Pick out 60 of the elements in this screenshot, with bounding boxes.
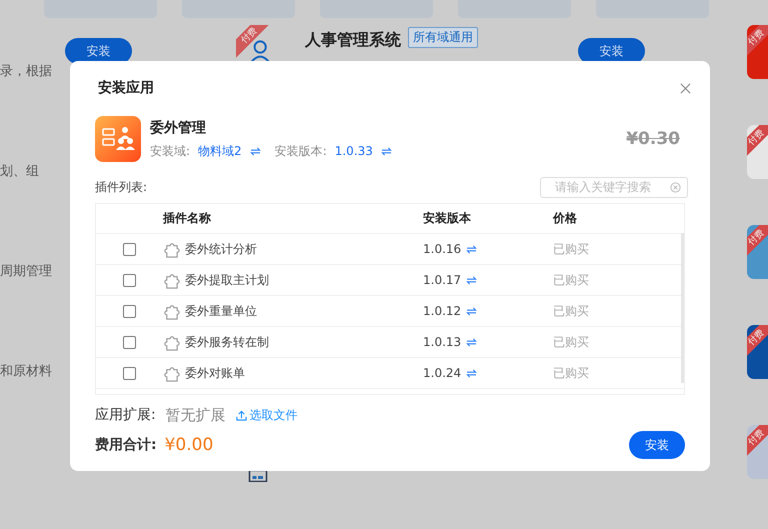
domain-label: 安装域: [150,142,190,160]
checkbox[interactable] [123,274,136,286]
plugin-name: 委外服务转在制 [185,334,269,350]
column-header: 价格 [553,210,578,227]
swap-icon[interactable] [466,338,478,346]
plugin-version: 1.0.16 [423,242,462,256]
puzzle-icon [163,334,180,350]
total-amount: ¥0.00 [164,435,214,455]
column-header: 安装版本 [423,210,472,227]
swap-icon[interactable] [466,368,478,378]
column-header: 插件名称 [163,210,212,227]
plugin-price: 已购买 [553,240,590,258]
close-icon[interactable] [680,82,691,94]
domain-link[interactable]: 物料域2 [198,142,242,160]
search-field[interactable]: 请输入关键字搜索 [540,176,688,198]
plugin-name: 委外统计分析 [185,240,257,258]
dialog-title: 安装应用 [98,79,154,97]
app-description: 划、组 [0,163,39,180]
app-price: ¥0.30 [626,129,680,149]
swap-icon[interactable] [380,146,392,156]
install-button[interactable]: 安装 [65,38,132,64]
total-label: 费用合计: [95,436,157,454]
plugin-version: 1.0.12 [423,304,462,318]
plugin-name: 委外重量单位 [185,302,257,320]
plugin-version: 1.0.17 [423,273,462,287]
swap-icon[interactable] [250,146,261,156]
plugin-price: 已购买 [553,364,590,382]
app-icon [95,116,141,162]
plugin-name: 委外对账单 [185,364,245,382]
choose-file-link[interactable]: 选取文件 [236,406,298,424]
app-name: 委外管理 [150,118,207,136]
puzzle-icon [163,302,180,320]
scope-tag: 所有域通用 [408,27,478,48]
puzzle-icon [163,240,180,258]
plugin-name: 委外提取主计划 [185,272,269,288]
app-description: 和原材料 [0,363,52,380]
checkbox[interactable] [123,336,136,348]
extension-label: 应用扩展: [95,406,156,424]
checkbox[interactable] [123,304,136,318]
swap-icon[interactable] [466,276,478,284]
extension-value: 暂无扩展 [166,406,226,424]
checkbox[interactable] [123,366,136,380]
app-title: 人事管理系统 [305,30,401,51]
app-description: 周期管理 [0,263,52,280]
plugin-list-label: 插件列表: [95,178,148,196]
swap-icon[interactable] [466,244,478,254]
plugin-version: 1.0.24 [423,366,462,380]
plugin-price: 已购买 [553,334,590,350]
plugin-price: 已购买 [553,272,590,288]
puzzle-icon [163,364,180,382]
upload-icon[interactable] [236,410,247,420]
install-button[interactable]: 安装 [629,431,685,459]
swap-icon[interactable] [466,306,478,316]
checkbox[interactable] [123,242,136,256]
plugin-price: 已购买 [553,302,590,320]
version-label: 安装版本: [274,142,327,160]
puzzle-icon [163,272,180,288]
version-link[interactable]: 1.0.33 [334,144,373,158]
plugin-version: 1.0.13 [423,335,462,349]
app-description: 录，根据 [0,63,52,80]
